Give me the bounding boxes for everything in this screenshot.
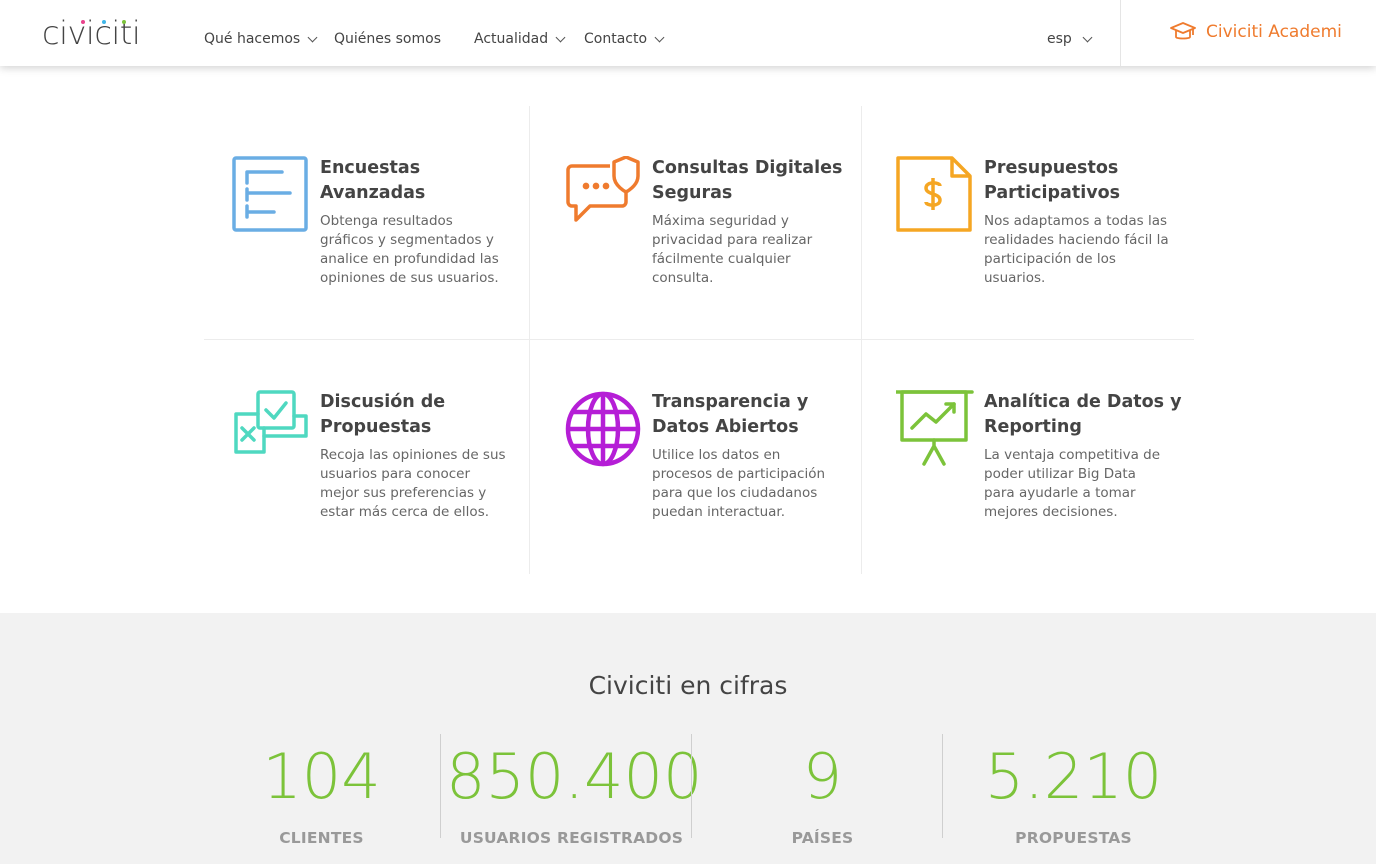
academy-label: Civiciti Academi	[1206, 22, 1342, 42]
stat-propuestas: 5.210 PROPUESTAS	[948, 733, 1199, 847]
feature-encuestas: Encuestas Avanzadas Obtenga resultados g…	[232, 156, 532, 336]
feature-description: Máxima seguridad y privacidad para reali…	[652, 213, 813, 286]
chat-shield-icon	[566, 156, 640, 222]
nav-quienes-somos[interactable]: Quiénes somos	[334, 31, 441, 47]
academy-link[interactable]: Civiciti Academi	[1170, 21, 1342, 43]
stats-title: Civiciti en cifras	[588, 671, 788, 700]
list-icon	[232, 156, 308, 232]
site-header: civiciti Qué hacemos Quiénes somos Actua…	[0, 0, 1376, 66]
nav-label: Quiénes somos	[334, 31, 441, 47]
feature-description: Recoja las opiniones de sus usuarios par…	[320, 447, 506, 520]
logo-dot-pink	[81, 20, 85, 24]
stat-paises: 9 PAÍSES	[697, 733, 948, 847]
stat-value: 5.210	[984, 740, 1163, 813]
feature-title: Discusión de Propuestas	[320, 392, 446, 437]
header-divider	[1120, 0, 1121, 66]
stat-value: 850.400	[446, 740, 703, 813]
stat-label: PROPUESTAS	[1015, 829, 1132, 847]
feature-analitica: Analítica de Datos y Reporting La ventaj…	[896, 390, 1196, 570]
nav-label: Contacto	[584, 31, 648, 47]
chevron-down-icon	[555, 32, 566, 42]
feature-presupuestos: Presupuestos Participativos Nos adaptamo…	[896, 156, 1196, 336]
feature-description: Nos adaptamos a todas las realidades hac…	[984, 213, 1169, 286]
stat-value: 9	[802, 740, 843, 813]
feature-description: Utilice los datos en procesos de partici…	[652, 447, 826, 520]
feature-transparencia: Transparencia y Datos Abiertos Utilice l…	[564, 390, 864, 570]
stat-clientes: 104 CLIENTES	[196, 733, 447, 847]
nav-actualidad[interactable]: Actualidad	[474, 31, 566, 47]
feature-discusion: Discusión de Propuestas Recoja las opini…	[232, 390, 532, 570]
nav-label: Actualidad	[474, 31, 549, 47]
grid-divider	[204, 339, 1194, 340]
feature-title: Consultas Digitales Seguras	[652, 158, 843, 203]
stat-divider	[691, 734, 692, 838]
nav-contacto[interactable]: Contacto	[584, 31, 665, 47]
graduation-cap-icon	[1170, 22, 1196, 40]
logo-dot-green	[122, 20, 126, 24]
feature-title: Analítica de Datos y Reporting	[984, 392, 1182, 437]
nav-que-hacemos[interactable]: Qué hacemos	[204, 31, 318, 47]
chevron-down-icon	[654, 32, 665, 42]
feature-description: La ventaja competitiva de poder utilizar…	[984, 447, 1161, 520]
logo-dot-blue	[102, 20, 106, 24]
chevron-down-icon	[1082, 32, 1093, 42]
stat-value: 104	[262, 740, 381, 813]
stat-label: CLIENTES	[279, 829, 364, 847]
stat-divider	[942, 734, 943, 838]
feature-title: Encuestas Avanzadas	[320, 158, 426, 203]
feature-description: Obtenga resultados gráficos y segmentado…	[320, 213, 499, 286]
feature-consultas: Consultas Digitales Seguras Máxima segur…	[564, 156, 864, 336]
presentation-chart-icon	[896, 390, 974, 466]
stat-label: PAÍSES	[791, 829, 854, 847]
chevron-down-icon	[307, 32, 318, 42]
dollar-document-icon	[896, 156, 972, 232]
stat-usuarios: 850.400 USUARIOS REGISTRADOS	[446, 733, 703, 847]
feature-title: Presupuestos Participativos	[984, 158, 1121, 203]
language-label: esp	[1047, 31, 1072, 47]
stat-label: USUARIOS REGISTRADOS	[459, 829, 684, 847]
check-cross-cards-icon	[234, 390, 308, 454]
globe-icon	[565, 391, 641, 467]
language-selector[interactable]: esp	[1047, 31, 1093, 47]
feature-title: Transparencia y Datos Abiertos	[652, 392, 809, 437]
stat-divider	[440, 734, 441, 838]
civiciti-logo[interactable]: civiciti	[42, 14, 141, 54]
features-grid: Encuestas Avanzadas Obtenga resultados g…	[204, 106, 1194, 574]
stats-section: Civiciti en cifras 104 CLIENTES 850.400 …	[0, 613, 1376, 864]
nav-label: Qué hacemos	[204, 31, 301, 47]
